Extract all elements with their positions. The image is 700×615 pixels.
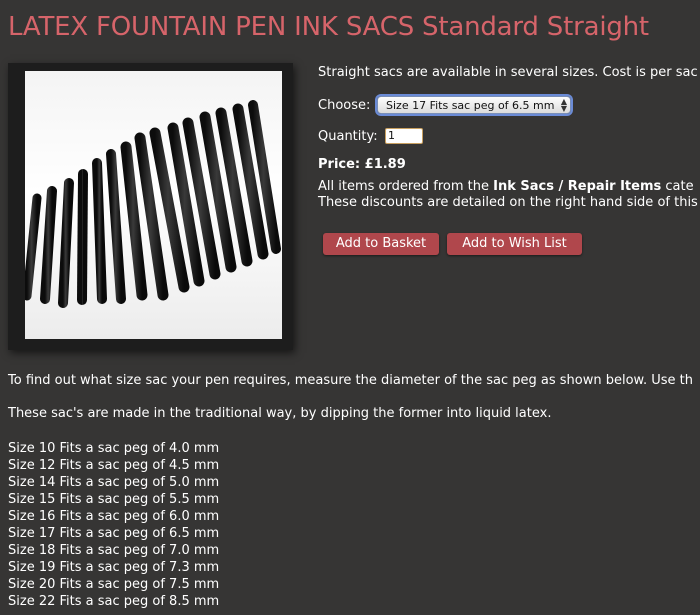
discount-note-category: Ink Sacs / Repair Items bbox=[493, 179, 662, 194]
discount-note-prefix: All items ordered from the bbox=[318, 179, 494, 194]
ink-sacs-illustration bbox=[25, 100, 281, 308]
size-item: Size 16 Fits a sac peg of 6.0 mm bbox=[8, 509, 220, 524]
size-item: Size 19 Fits a sac peg of 7.3 mm bbox=[8, 560, 220, 575]
size-item: Size 15 Fits a sac peg of 5.5 mm bbox=[8, 492, 220, 507]
product-image[interactable] bbox=[25, 71, 282, 339]
size-item: Size 22 Fits a sac peg of 8.5 mm bbox=[8, 594, 220, 609]
price-value: £1.89 bbox=[364, 157, 406, 172]
size-item: Size 10 Fits a sac peg of 4.0 mm bbox=[8, 441, 220, 456]
add-to-wish-list-button[interactable]: Add to Wish List bbox=[447, 233, 582, 255]
size-item: Size 17 Fits a sac peg of 6.5 mm bbox=[8, 526, 220, 541]
add-to-basket-button[interactable]: Add to Basket bbox=[323, 233, 439, 255]
size-select[interactable]: Size 17 Fits sac peg of 6.5 mm ▲ ▼ bbox=[377, 96, 571, 114]
manufacturing-note: These sac's are made in the traditional … bbox=[8, 406, 552, 421]
quantity-input[interactable]: 1 bbox=[385, 128, 423, 144]
sizing-instructions: To find out what size sac your pen requi… bbox=[8, 373, 693, 388]
price: Price: £1.89 bbox=[318, 157, 406, 172]
discount-note-line1: All items ordered from the Ink Sacs / Re… bbox=[318, 179, 694, 194]
size-item: Size 12 Fits a sac peg of 4.5 mm bbox=[8, 458, 220, 473]
discount-note-suffix: cate bbox=[661, 179, 694, 194]
size-list: Size 10 Fits a sac peg of 4.0 mm Size 12… bbox=[8, 440, 219, 610]
size-item: Size 14 Fits a sac peg of 5.0 mm bbox=[8, 475, 220, 490]
select-arrows-icon: ▲ ▼ bbox=[560, 97, 567, 113]
quantity-label: Quantity: bbox=[318, 129, 378, 144]
page-title: LATEX FOUNTAIN PEN INK SACS Standard Str… bbox=[8, 12, 649, 42]
size-item: Size 18 Fits a sac peg of 7.0 mm bbox=[8, 543, 220, 558]
discount-note-line2: These discounts are detailed on the righ… bbox=[318, 195, 698, 210]
price-label: Price: bbox=[318, 157, 361, 172]
size-item: Size 20 Fits a sac peg of 7.5 mm bbox=[8, 577, 220, 592]
product-image-frame[interactable] bbox=[8, 63, 293, 350]
size-select-value: Size 17 Fits sac peg of 6.5 mm bbox=[386, 99, 555, 112]
product-description: Straight sacs are available in several s… bbox=[318, 65, 698, 80]
choose-label: Choose: bbox=[318, 98, 371, 113]
